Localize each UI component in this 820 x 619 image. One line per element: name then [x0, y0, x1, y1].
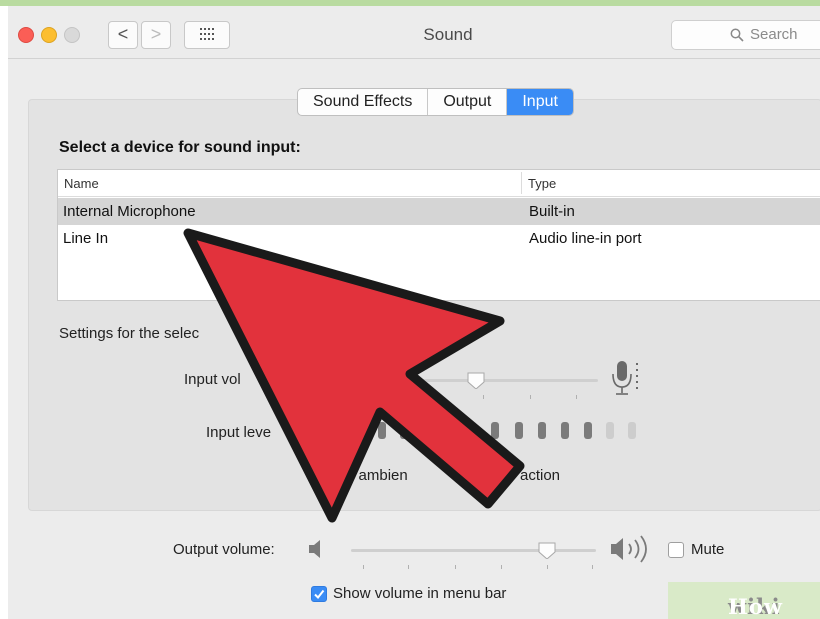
sound-preferences-window: < > Sound Search Sound Effects Output In…: [0, 0, 820, 619]
tab-sound-effects[interactable]: Sound Effects: [298, 89, 429, 115]
watermark-how: How: [728, 594, 783, 619]
tab-output[interactable]: Output: [428, 89, 508, 115]
wikihow-watermark: wiki How: [668, 582, 820, 619]
tab-control: Sound Effects Output Input: [297, 88, 574, 116]
tab-input[interactable]: Input: [507, 89, 573, 115]
